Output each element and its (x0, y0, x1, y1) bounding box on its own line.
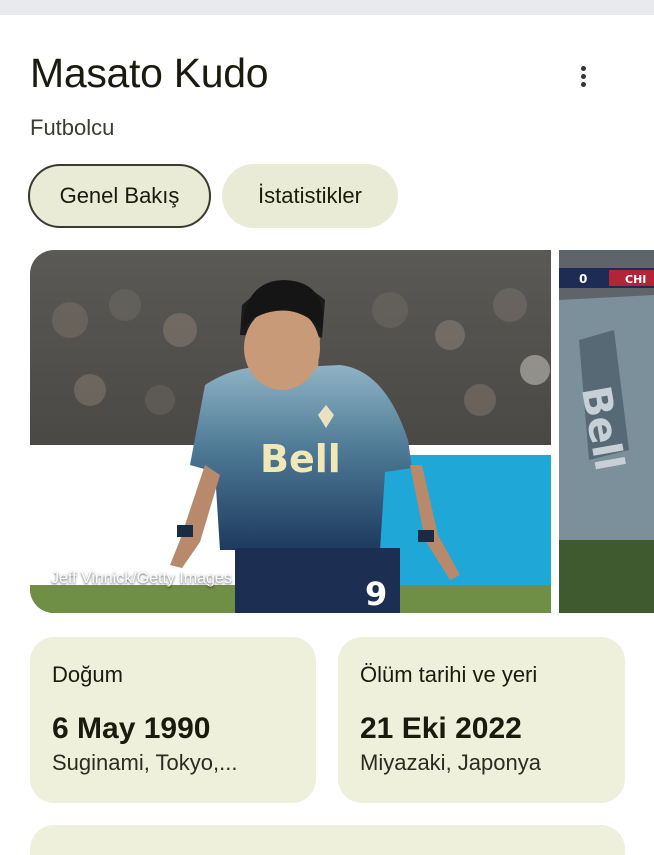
birth-card[interactable]: Doğum 6 May 1990 Suginami, Tokyo,... (30, 637, 316, 803)
occupation-subtitle: Futbolcu (30, 115, 115, 140)
death-label: Ölüm tarihi ve yeri (360, 662, 538, 687)
death-place: Miyazaki, Japonya (360, 750, 541, 775)
tab-statistics-label: İstatistikler (258, 183, 362, 208)
top-divider (0, 0, 654, 15)
score-left-text: 0 (579, 272, 587, 286)
jersey-sponsor-text: Bell (260, 437, 341, 481)
player-photo-image: Bell 9 (30, 250, 551, 613)
page-title: Masato Kudo (30, 50, 269, 96)
death-date: 21 Eki 2022 (360, 712, 522, 745)
score-right-text: CHI (625, 273, 646, 286)
player-photo-secondary-image: 0 CHI Bell (559, 250, 654, 613)
death-card[interactable]: Ölüm tarihi ve yeri 21 Eki 2022 Miyazaki… (338, 637, 625, 803)
birth-date: 6 May 1990 (52, 712, 211, 745)
more-vert-icon (580, 65, 586, 71)
birth-label: Doğum (52, 662, 123, 687)
birth-place: Suginami, Tokyo,... (52, 750, 238, 775)
player-photo-secondary[interactable]: 0 CHI Bell (559, 250, 654, 613)
tab-overview[interactable]: Genel Bakış (28, 164, 211, 228)
photo-credit: Jeff Vinnick/Getty Images (51, 570, 232, 587)
tab-statistics[interactable]: İstatistikler (222, 164, 398, 228)
jersey-number-text: 9 (365, 575, 387, 613)
next-card-partial[interactable] (30, 825, 625, 855)
player-photo-main[interactable]: Bell 9 Jeff Vinnick/Getty Images (30, 250, 551, 613)
tab-overview-label: Genel Bakış (59, 183, 180, 208)
more-options-button[interactable] (565, 58, 601, 94)
